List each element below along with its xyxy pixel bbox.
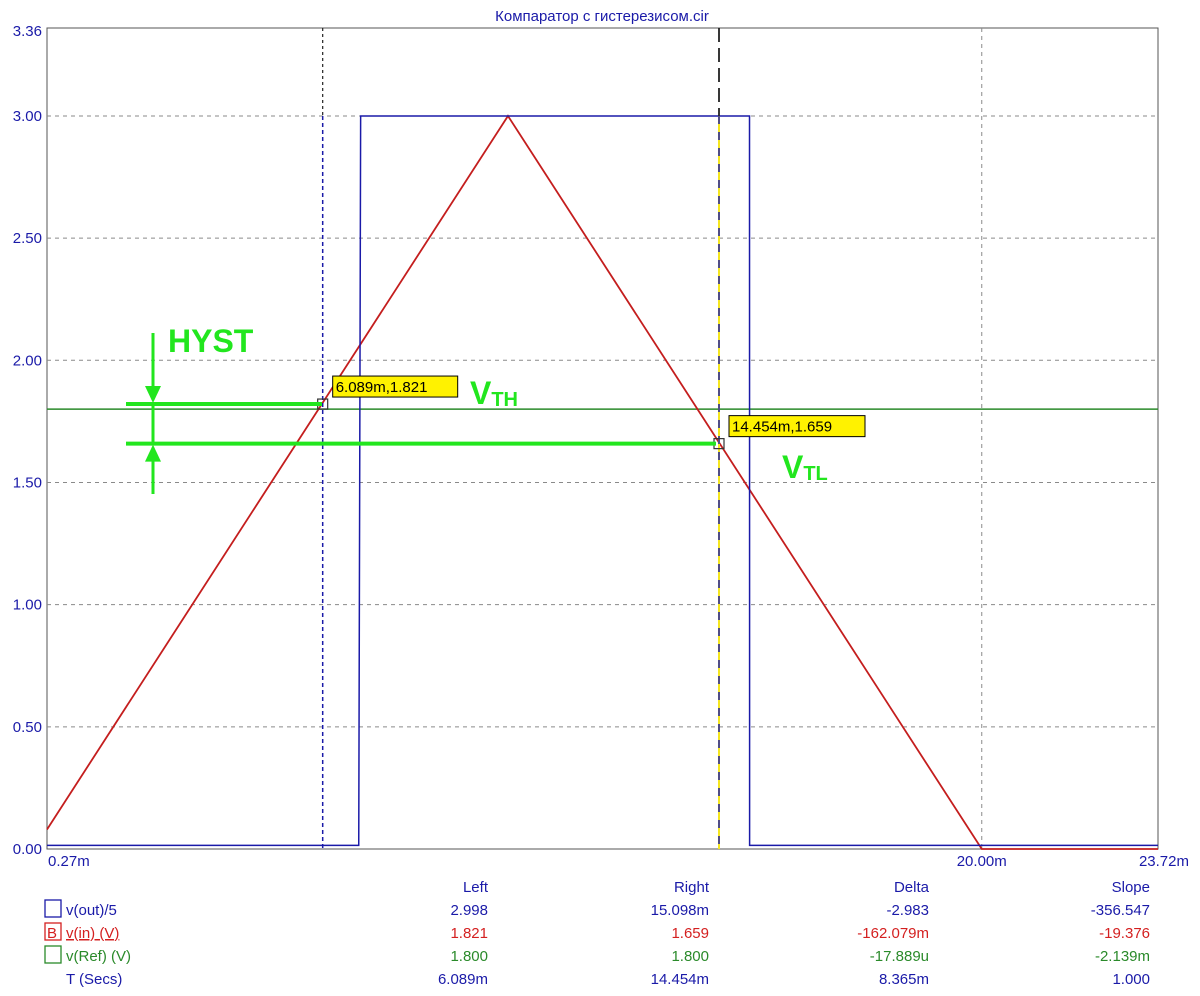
series-color-box[interactable]: [44, 899, 62, 918]
table-cell: -356.547: [1091, 902, 1150, 919]
y-tick-label: 0.00: [13, 841, 42, 858]
chart-title: Компаратор с гистерезисом.cir: [495, 8, 709, 25]
y-tick-label: 1.50: [13, 474, 42, 491]
table-header: Slope: [1112, 879, 1150, 896]
table-cell: 8.365m: [879, 971, 929, 988]
y-tick-label: 0.50: [13, 719, 42, 736]
cursor-label-text: 14.454m,1.659: [732, 419, 832, 436]
cursor-readout-table: Left Right Delta Slope v(out)/5 2.998 15.098m -…: [44, 879, 1150, 988]
table-cell: 1.659: [671, 925, 709, 942]
table-cell: -2.983: [886, 902, 929, 919]
series-color-box[interactable]: [44, 945, 62, 964]
table-cell: -19.376: [1099, 925, 1150, 942]
table-cell: 1.821: [450, 925, 488, 942]
x-tick-label: 23.72m: [1139, 853, 1189, 870]
table-cell: 15.098m: [651, 902, 709, 919]
cursor-label-text: 6.089m,1.821: [336, 379, 428, 396]
y-tick-label: 3.36: [13, 23, 42, 40]
table-cell: -162.079m: [857, 925, 929, 942]
table-cell: 1.000: [1112, 971, 1150, 988]
table-cell: -17.889u: [870, 948, 929, 965]
series-name-label[interactable]: T (Secs): [66, 971, 122, 988]
hyst-label: HYST: [168, 323, 254, 359]
series-name-label[interactable]: v(in) (V): [66, 925, 119, 942]
x-tick-label: 20.00m: [957, 853, 1007, 870]
y-tick-label: 2.50: [13, 230, 42, 247]
y-tick-label: 1.00: [13, 597, 42, 614]
table-cell: 2.998: [450, 902, 488, 919]
table-cell: 1.800: [450, 948, 488, 965]
table-cell: 6.089m: [438, 971, 488, 988]
x-tick-label: 0.27m: [48, 853, 90, 870]
y-tick-label: 2.00: [13, 352, 42, 369]
plot-frame: [46, 27, 1159, 850]
series-name-label[interactable]: v(out)/5: [66, 902, 117, 919]
series-name-label[interactable]: v(Ref) (V): [66, 948, 131, 965]
table-header: Left: [463, 879, 489, 896]
table-cell: 1.800: [671, 948, 709, 965]
chart-svg: 6.089m,1.82114.454m,1.659 HYSTVTHVTL 3.3…: [13, 8, 1189, 988]
series-prefix: B: [47, 925, 57, 942]
table-cell: -2.139m: [1095, 948, 1150, 965]
y-tick-label: 3.00: [13, 108, 42, 125]
table-cell: 14.454m: [651, 971, 709, 988]
table-header: Right: [674, 879, 710, 896]
table-header: Delta: [894, 879, 930, 896]
